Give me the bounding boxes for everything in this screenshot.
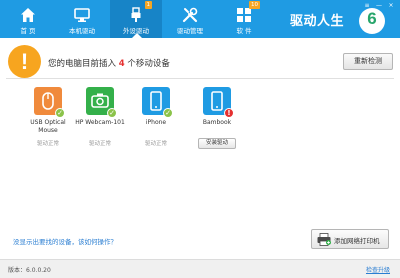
ok-check-icon: ✓ bbox=[163, 108, 173, 118]
add-network-printer-button[interactable]: 添加网络打印机 bbox=[311, 229, 389, 249]
brand-name: 驱动人生 bbox=[290, 14, 345, 29]
message-prefix: 您的电脑目前插入 bbox=[48, 59, 117, 69]
tab-label: 外设驱动 bbox=[123, 27, 149, 35]
ok-check-icon: ✓ bbox=[107, 108, 117, 118]
close-icon[interactable]: × bbox=[388, 2, 394, 9]
device-iphone[interactable]: ✓ iPhone bbox=[129, 87, 183, 127]
check-upgrade-link[interactable]: 检查升级 bbox=[366, 265, 390, 274]
driver-status: 驱动正常 bbox=[36, 141, 59, 147]
tab-home[interactable]: 首 页 bbox=[2, 0, 54, 38]
apps-icon bbox=[237, 8, 251, 22]
install-driver-button[interactable]: 安装驱动 bbox=[198, 138, 236, 149]
driver-status: 驱动正常 bbox=[144, 141, 167, 147]
monitor-icon bbox=[74, 8, 90, 22]
tab-label: 首 页 bbox=[20, 27, 36, 35]
device-name: iPhone bbox=[145, 119, 167, 126]
exclamation-icon: ! bbox=[8, 45, 41, 78]
message-suffix: 个移动设备 bbox=[127, 59, 170, 69]
tab-local-drivers[interactable]: 本机驱动 bbox=[56, 0, 108, 38]
tab-driver-management[interactable]: 驱动管理 bbox=[164, 0, 216, 38]
device-hp-webcam[interactable]: ✓ HP Webcam-101 bbox=[73, 87, 127, 127]
minimize-icon[interactable]: — bbox=[376, 2, 382, 9]
camera-icon: ✓ bbox=[86, 87, 117, 118]
printer-button-label: 添加网络打印机 bbox=[334, 237, 380, 245]
device-usb-optical-mouse[interactable]: ✓ USB Optical Mouse bbox=[21, 87, 75, 134]
tab-label: 驱动管理 bbox=[177, 27, 203, 35]
device-name: Bambook bbox=[202, 119, 232, 126]
status-bar: 版本：6.0.0.20 检查升级 bbox=[0, 259, 400, 278]
ok-check-icon: ✓ bbox=[55, 108, 65, 118]
divider bbox=[6, 78, 394, 79]
tab-label: 本机驱动 bbox=[69, 27, 95, 35]
home-icon bbox=[21, 8, 35, 22]
printer-icon bbox=[317, 233, 331, 246]
usb-icon bbox=[131, 7, 141, 22]
rescan-button[interactable]: 重新检测 bbox=[343, 53, 393, 70]
device-name: HP Webcam-101 bbox=[75, 119, 125, 126]
error-icon: ! bbox=[224, 108, 234, 118]
tab-badge: 1 bbox=[144, 1, 152, 9]
tab-software[interactable]: 10 软 件 bbox=[218, 0, 270, 38]
phone-icon: ✓ bbox=[142, 87, 173, 118]
brand-logo: 6 bbox=[359, 8, 385, 34]
mouse-icon: ✓ bbox=[34, 87, 65, 118]
help-link[interactable]: 没显示出要找的设备，该如何操作？ bbox=[13, 236, 117, 246]
device-name: USB Optical Mouse bbox=[30, 119, 66, 134]
tab-peripheral-drivers[interactable]: 1 外设驱动 bbox=[110, 0, 162, 38]
device-bambook[interactable]: ! Bambook bbox=[190, 87, 244, 127]
tools-icon bbox=[182, 7, 198, 23]
title-bar: ≡ — × 首 页 本机驱动 1 外设驱动 驱动管理 10 软 件 驱动人生 6 bbox=[0, 0, 400, 38]
phone-icon: ! bbox=[203, 87, 234, 118]
logo-number: 6 bbox=[367, 9, 377, 28]
tab-label: 软 件 bbox=[236, 27, 252, 35]
version-label: 版本：6.0.0.20 bbox=[8, 267, 51, 274]
driver-status: 驱动正常 bbox=[88, 141, 111, 147]
device-count: 4 bbox=[118, 59, 125, 69]
tab-badge: 10 bbox=[249, 1, 260, 9]
device-count-message: 您的电脑目前插入 4 个移动设备 bbox=[48, 57, 170, 69]
